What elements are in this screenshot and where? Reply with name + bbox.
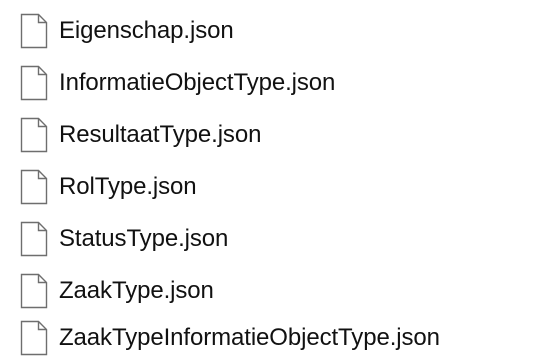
file-row[interactable]: ZaakTypeInformatieObjectType.json — [0, 313, 534, 363]
file-icon — [20, 221, 48, 257]
file-icon — [20, 117, 48, 153]
file-row[interactable]: Eigenschap.json — [0, 6, 534, 56]
file-name: Eigenschap.json — [59, 17, 234, 44]
file-icon — [20, 13, 48, 49]
file-row[interactable]: InformatieObjectType.json — [0, 58, 534, 108]
file-list: Eigenschap.json InformatieObjectType.jso… — [0, 0, 534, 363]
file-name: RolType.json — [59, 173, 197, 200]
file-icon — [20, 169, 48, 205]
file-icon — [20, 65, 48, 101]
file-name: ZaakTypeInformatieObjectType.json — [59, 324, 440, 351]
file-icon — [20, 273, 48, 309]
file-row[interactable]: StatusType.json — [0, 214, 534, 264]
file-name: ZaakType.json — [59, 277, 214, 304]
file-row[interactable]: RolType.json — [0, 162, 534, 212]
file-name: ResultaatType.json — [59, 121, 262, 148]
file-name: InformatieObjectType.json — [59, 69, 336, 96]
file-name: StatusType.json — [59, 225, 229, 252]
file-icon — [20, 320, 48, 356]
file-row[interactable]: ResultaatType.json — [0, 110, 534, 160]
file-row[interactable]: ZaakType.json — [0, 266, 534, 316]
